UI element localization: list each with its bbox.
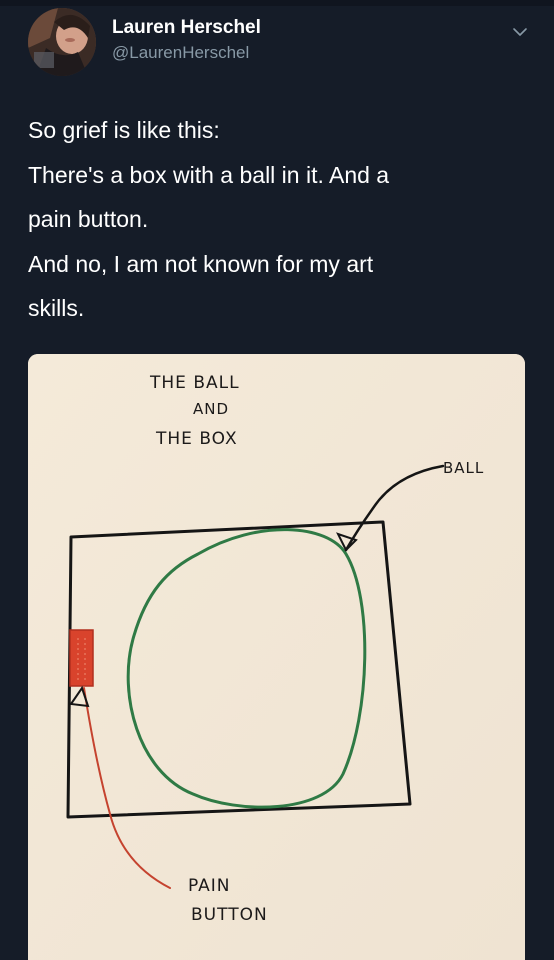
avatar-image bbox=[28, 8, 96, 76]
tweet-text-line: pain button. bbox=[28, 206, 149, 232]
tweet-header: Lauren Herschel @LaurenHerschel bbox=[0, 0, 554, 100]
pain-button-label-line: BUTTON bbox=[191, 905, 268, 925]
tweet-text-line: So grief is like this: bbox=[28, 117, 220, 143]
tweet-text-line: And no, I am not known for my art bbox=[28, 250, 374, 277]
tweet-screenshot: Lauren Herschel @LaurenHerschel So grief… bbox=[0, 0, 554, 960]
avatar[interactable] bbox=[28, 8, 96, 76]
paper bbox=[28, 354, 525, 960]
tweet-text-line: skills. bbox=[28, 295, 85, 321]
attached-photo[interactable]: THE BALL AND THE BOX BALL PAIN BUTTON bbox=[28, 354, 525, 960]
drawing-title-line: AND bbox=[193, 400, 229, 418]
handle[interactable]: @LaurenHerschel bbox=[112, 43, 249, 63]
drawing-title-line: THE BALL bbox=[149, 373, 240, 393]
tweet-text-line: There's a box with a ball in it. And a bbox=[28, 161, 390, 188]
ball-label: BALL bbox=[443, 459, 484, 477]
chevron-down-icon[interactable] bbox=[510, 22, 530, 42]
drawing: THE BALL AND THE BOX BALL PAIN BUTTON bbox=[28, 354, 525, 960]
display-name[interactable]: Lauren Herschel bbox=[112, 17, 261, 39]
drawing-title-line: THE BOX bbox=[155, 429, 238, 449]
tweet-text: So grief is like this: There's a box wit… bbox=[28, 108, 528, 331]
pain-button-label-line: PAIN bbox=[188, 876, 231, 896]
pain-button-drawing bbox=[69, 629, 94, 687]
